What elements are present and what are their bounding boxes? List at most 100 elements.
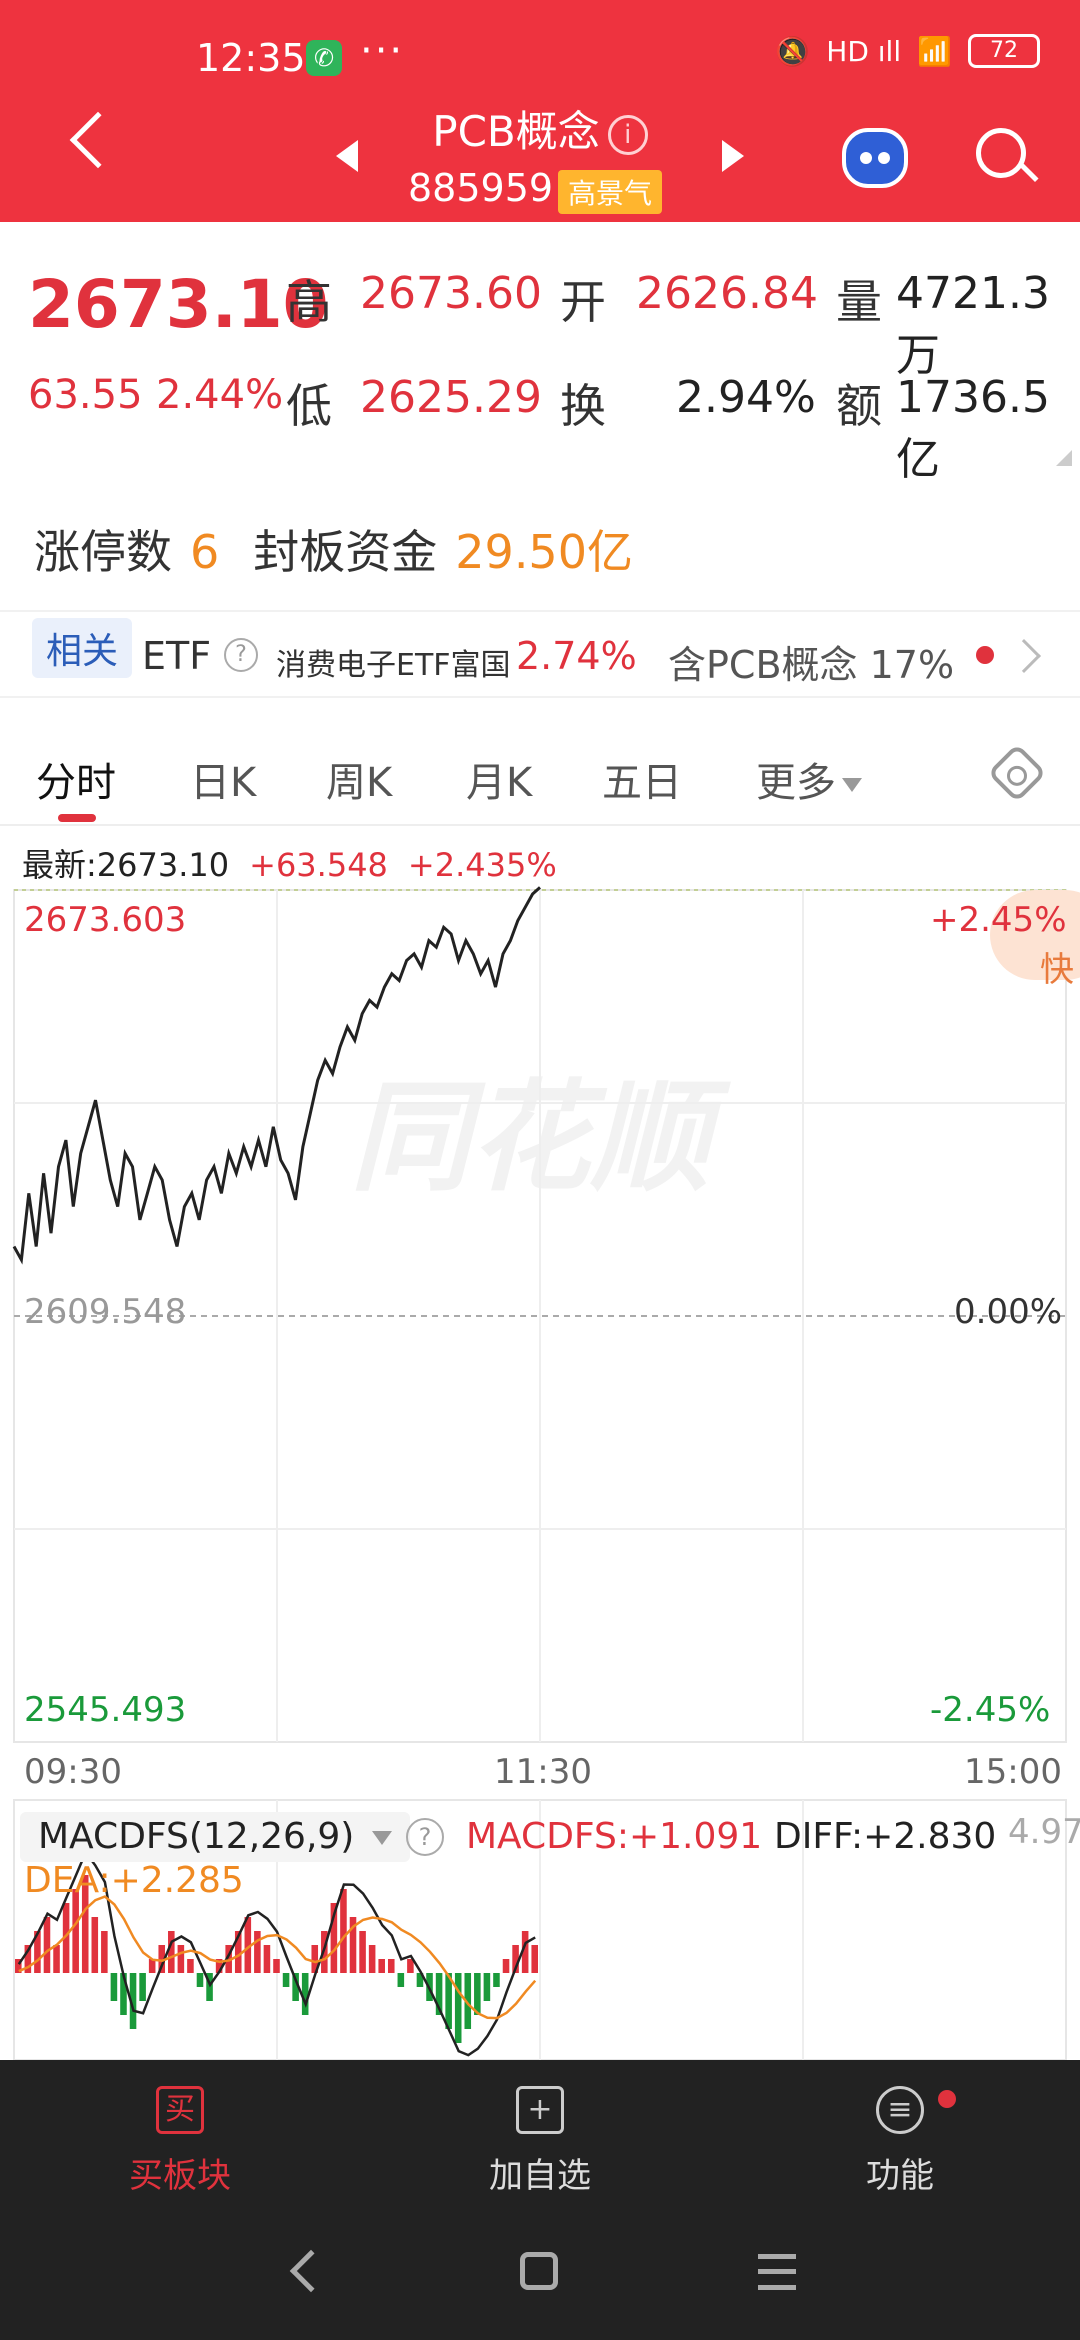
macd-bar bbox=[483, 1973, 491, 2001]
macd-bar bbox=[101, 1931, 108, 1973]
tab-intraday[interactable]: 分时 bbox=[36, 750, 116, 808]
help-icon[interactable]: ? bbox=[406, 1818, 444, 1856]
turnover-label: 换 bbox=[560, 379, 606, 433]
price-change: 63.55 bbox=[28, 372, 143, 418]
title-text: PCB概念 bbox=[432, 107, 600, 156]
search-icon[interactable] bbox=[976, 128, 1026, 178]
macd-bar bbox=[168, 1931, 175, 1973]
macd-value: MACDFS:+1.091 bbox=[466, 1816, 763, 1857]
limit-up-count: 6 bbox=[190, 525, 220, 579]
battery-icon: 72 bbox=[968, 34, 1040, 68]
y-label-mid: 2609.548 bbox=[24, 1292, 187, 1332]
macd-bar bbox=[397, 1973, 405, 1987]
chevron-down-icon bbox=[842, 778, 862, 792]
macd-axis-max: 4.978 bbox=[1008, 1812, 1080, 1852]
nav-recents-icon[interactable] bbox=[758, 2254, 796, 2290]
notification-dot bbox=[976, 646, 994, 664]
macd-bar bbox=[196, 1973, 204, 1987]
macd-bar bbox=[340, 1889, 347, 1973]
limit-up-row: 涨停数 6 封板资金 29.50亿 bbox=[34, 516, 633, 582]
etf-change-pct: 2.74% bbox=[516, 634, 637, 678]
related-tag: 相关 bbox=[32, 618, 133, 678]
macd-bar bbox=[368, 1945, 376, 1973]
high-value: 2673.60 bbox=[360, 268, 542, 319]
tab-more[interactable]: 更多 bbox=[756, 750, 862, 808]
tab-weekly-k[interactable]: 周K bbox=[326, 750, 392, 808]
add-watchlist-label: 加自选 bbox=[489, 2156, 591, 2196]
macd-bar bbox=[282, 1973, 290, 1987]
info-icon[interactable]: i bbox=[607, 114, 648, 155]
status-right: 🔕 HD ıll 📶 72 bbox=[775, 34, 1040, 68]
macd-bar bbox=[493, 1973, 500, 1987]
menu-icon: ≡ bbox=[876, 2086, 924, 2134]
seal-fund-label: 封板资金 bbox=[253, 525, 438, 579]
macd-bar bbox=[43, 1917, 51, 1973]
dea-value: DEA:+2.285 bbox=[24, 1860, 244, 1901]
add-icon: + bbox=[516, 2086, 564, 2134]
buy-icon: 买 bbox=[156, 2086, 204, 2134]
status-time: 12:35 bbox=[196, 36, 306, 80]
macd-bar bbox=[378, 1959, 385, 1973]
next-stock-icon[interactable] bbox=[722, 140, 744, 172]
macd-bar bbox=[91, 1917, 99, 1973]
etf-label: ETF bbox=[142, 634, 212, 678]
signal-icon: HD ıll bbox=[826, 34, 902, 68]
robot-assistant-icon[interactable] bbox=[842, 128, 908, 188]
price-change-pct: 2.44% bbox=[156, 372, 284, 418]
macd-bar bbox=[301, 1973, 309, 2015]
buy-sector-label: 买板块 bbox=[129, 2156, 231, 2196]
y-label-mid-pct: 0.00% bbox=[954, 1292, 1063, 1332]
macd-bar bbox=[273, 1959, 280, 1973]
hot-badge[interactable]: 高景气 bbox=[558, 170, 663, 214]
macd-bar bbox=[387, 1959, 395, 1973]
low-value: 2625.29 bbox=[360, 372, 542, 423]
macd-indicator-selector[interactable]: MACDFS(12,26,9) bbox=[20, 1812, 410, 1862]
macd-bar bbox=[177, 1945, 185, 1973]
y-label-bottom: 2545.493 bbox=[24, 1690, 187, 1730]
macd-bar bbox=[72, 1889, 79, 1973]
etf-holding: 含PCB概念 17% bbox=[668, 643, 955, 687]
chart-tabs bbox=[0, 716, 1080, 826]
macd-bar bbox=[454, 1973, 462, 2043]
x-label-open: 09:30 bbox=[24, 1752, 122, 1792]
macd-bar bbox=[139, 1973, 146, 2001]
latest-label: 最新:2673.10 bbox=[22, 846, 230, 884]
diff-value: DIFF:+2.830 bbox=[774, 1816, 997, 1857]
x-label-noon: 11:30 bbox=[494, 1752, 592, 1792]
tab-monthly-k[interactable]: 月K bbox=[466, 750, 532, 808]
low-label: 低 bbox=[286, 379, 332, 433]
turnover-value: 2.94% bbox=[676, 372, 816, 423]
latest-change: +63.548 bbox=[249, 846, 388, 884]
macd-bar bbox=[502, 1959, 510, 1973]
macd-bar bbox=[110, 1973, 118, 2001]
current-price: 2673.10 bbox=[28, 266, 329, 343]
open-label: 开 bbox=[560, 275, 606, 329]
y-label-bottom-pct: -2.45% bbox=[930, 1690, 1051, 1730]
tab-daily-k[interactable]: 日K bbox=[190, 750, 256, 808]
mute-icon: 🔕 bbox=[775, 34, 811, 68]
nav-home-icon[interactable] bbox=[520, 2252, 558, 2290]
notification-dot bbox=[938, 2090, 956, 2108]
phone-icon: ✆ bbox=[306, 40, 342, 76]
wifi-icon: 📶 bbox=[917, 34, 952, 68]
stock-code: 885959 bbox=[408, 166, 554, 210]
amount-value: 1736.5亿 bbox=[896, 372, 1050, 485]
macd-bar bbox=[187, 1959, 194, 1973]
expand-corner-icon[interactable] bbox=[1056, 450, 1072, 466]
help-icon[interactable]: ? bbox=[224, 638, 258, 672]
x-label-close: 15:00 bbox=[964, 1752, 1062, 1792]
buy-sector-button[interactable]: 买 买板块 bbox=[80, 2086, 280, 2197]
macd-bar bbox=[474, 1973, 481, 2015]
amount-label: 额 bbox=[836, 379, 882, 433]
add-watchlist-button[interactable]: + 加自选 bbox=[440, 2086, 640, 2197]
etf-name[interactable]: 消费电子ETF富国 bbox=[276, 640, 511, 684]
seal-fund-value: 29.50亿 bbox=[455, 525, 633, 579]
function-button[interactable]: ≡ 功能 bbox=[800, 2086, 1000, 2197]
floating-tab-label[interactable]: 快 bbox=[1040, 942, 1074, 991]
macd-bar bbox=[531, 1945, 538, 1973]
limit-up-label: 涨停数 bbox=[34, 525, 172, 579]
latest-pct: +2.435% bbox=[407, 846, 557, 884]
macd-bar bbox=[53, 1945, 60, 1973]
macd-bar bbox=[254, 1931, 261, 1973]
tab-five-day[interactable]: 五日 bbox=[602, 750, 682, 808]
